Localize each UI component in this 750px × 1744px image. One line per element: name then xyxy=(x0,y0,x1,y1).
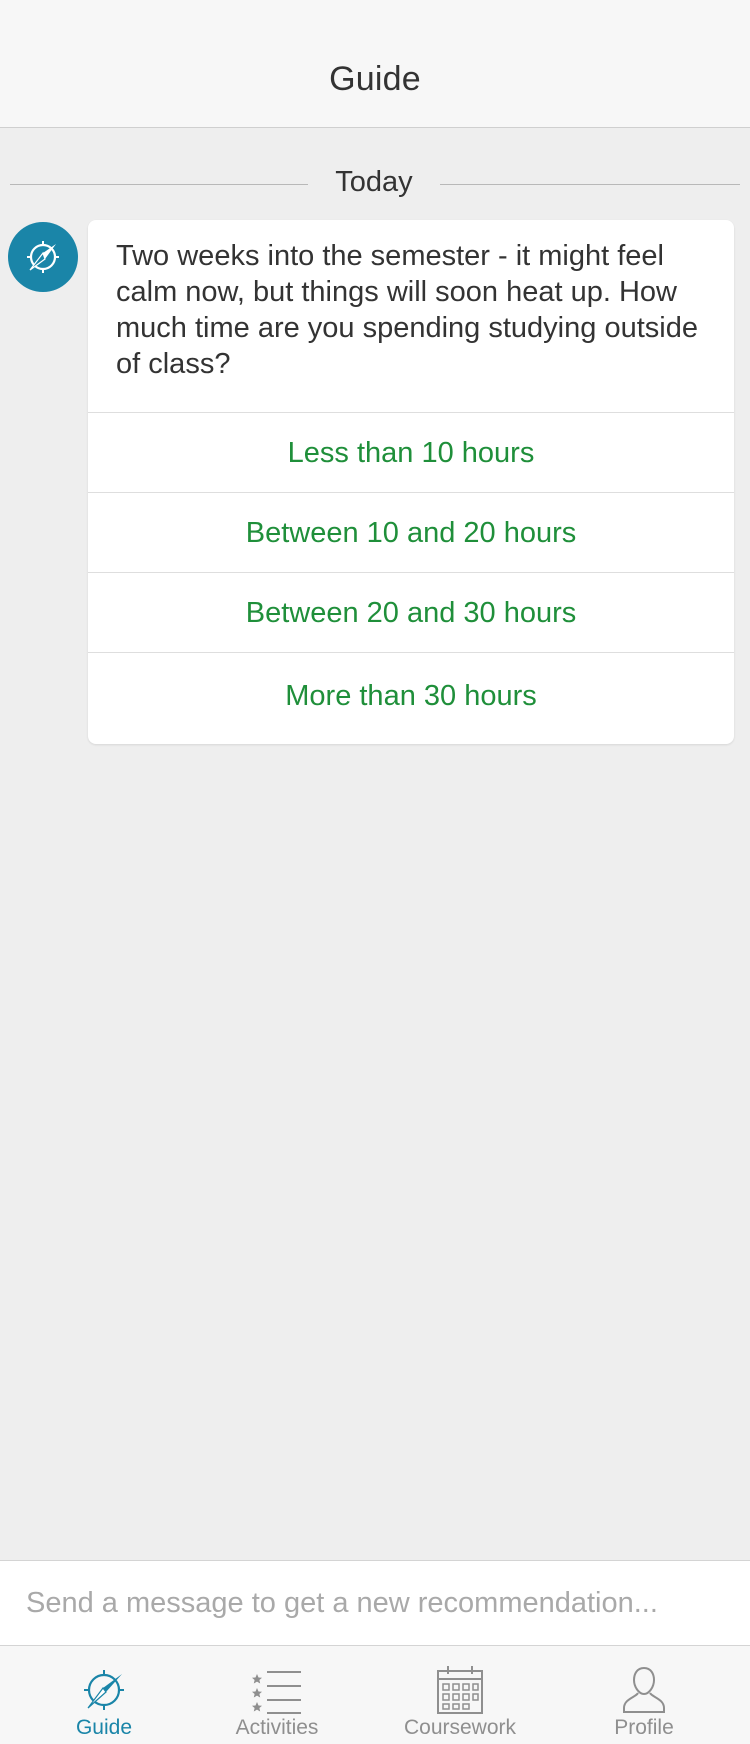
option-more-than-30-hours[interactable]: More than 30 hours xyxy=(88,652,734,744)
header-bar: Guide xyxy=(0,0,750,128)
message-text: Two weeks into the semester - it might f… xyxy=(116,240,698,380)
page-title: Guide xyxy=(329,60,421,98)
option-20-to-30-hours[interactable]: Between 20 and 30 hours xyxy=(88,572,734,652)
person-icon xyxy=(623,1666,665,1713)
tab-activities[interactable]: Activities xyxy=(183,1646,371,1744)
star-list-icon xyxy=(252,1671,301,1714)
tab-label: Guide xyxy=(75,1716,133,1739)
option-10-to-20-hours[interactable]: Between 10 and 20 hours xyxy=(88,492,734,572)
message-composer xyxy=(0,1560,750,1646)
tab-bar: Guide Activities Coursework Profile xyxy=(0,1646,750,1744)
message-input[interactable] xyxy=(26,1579,726,1627)
date-divider: Today xyxy=(10,164,740,204)
option-less-than-10-hours[interactable]: Less than 10 hours xyxy=(88,412,734,492)
tab-label: Activities xyxy=(235,1716,319,1739)
divider-line-right xyxy=(440,184,740,185)
compass-icon xyxy=(27,241,59,273)
message-card: Two weeks into the semester - it might f… xyxy=(88,220,734,744)
compass-icon xyxy=(84,1670,124,1710)
tab-coursework[interactable]: Coursework xyxy=(366,1646,554,1744)
calendar-icon xyxy=(437,1666,483,1714)
tab-guide[interactable]: Guide xyxy=(10,1646,198,1744)
date-divider-label: Today xyxy=(335,166,413,198)
divider-line-left xyxy=(10,184,308,185)
tab-label: Coursework xyxy=(403,1716,517,1739)
guide-avatar xyxy=(8,222,78,292)
tab-label: Profile xyxy=(614,1716,674,1739)
tab-profile[interactable]: Profile xyxy=(550,1646,738,1744)
